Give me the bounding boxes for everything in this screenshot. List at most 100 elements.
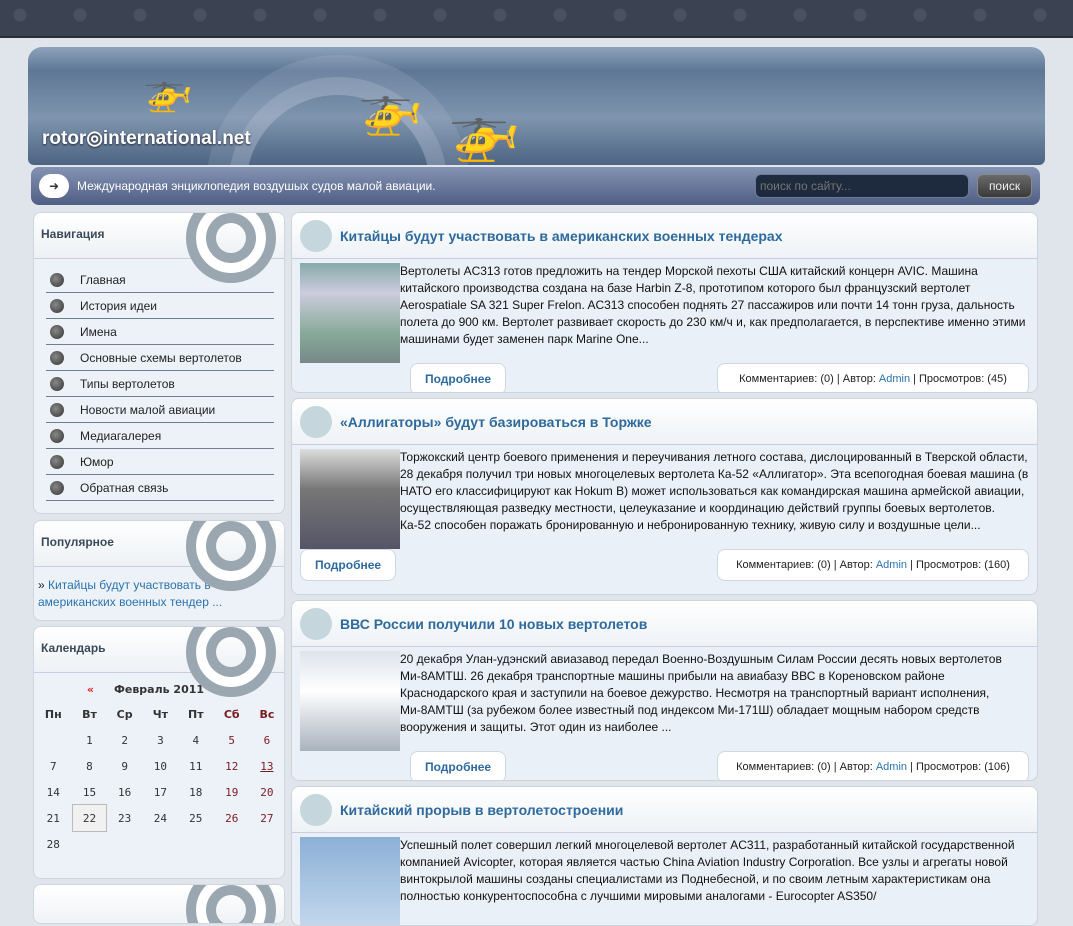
weekday-header: Ср — [116, 708, 133, 721]
weekday-header: Пт — [187, 708, 204, 721]
bullet-icon — [50, 428, 64, 443]
circle-icon — [300, 793, 332, 826]
weekday-header: Сб — [223, 708, 240, 721]
box-header: Календарь — [34, 627, 284, 697]
calendar-day: 19 — [225, 785, 239, 799]
rings-icon — [186, 885, 276, 923]
calendar-day: 5 — [228, 733, 236, 747]
post-text: 20 декабря Улан-удэнский авиазавод перед… — [400, 652, 1002, 734]
nav-item[interactable]: Типы вертолетов — [46, 371, 274, 397]
nav-item[interactable]: Новости малой авиации — [46, 397, 274, 423]
circle-icon — [300, 219, 332, 252]
arrow-circle-icon: ➜ — [39, 174, 69, 198]
post-title[interactable]: Китайский прорыв в вертолетостроении — [340, 802, 623, 818]
comments-count: Комментариев: (0) | Автор: — [739, 373, 876, 385]
calendar-day: 26 — [225, 811, 239, 825]
box-title: Навигация — [41, 227, 105, 241]
top-strip — [0, 0, 1073, 38]
nav-item[interactable]: История идеи — [46, 293, 274, 319]
top-bar: ➜ Международная энциклопедия воздушых су… — [31, 167, 1040, 205]
calendar-day: 22 — [71, 804, 108, 832]
site-logo[interactable]: rotor◎international.net — [42, 127, 251, 150]
post-text: Успешный полет совершил легкий многоцеле… — [400, 838, 1015, 903]
nav-item-label: История идеи — [80, 298, 157, 313]
circle-icon — [300, 405, 332, 438]
prev-month-button[interactable]: « — [87, 683, 94, 696]
nav-item-label: Юмор — [80, 454, 114, 469]
post-thumbnail[interactable] — [300, 651, 400, 751]
post-thumbnail[interactable] — [300, 837, 400, 925]
post-title[interactable]: «Аллигаторы» будут базироваться в Торжке — [340, 414, 652, 430]
post-thumbnail[interactable] — [300, 449, 400, 549]
calendar: «Февраль 2011» Пн Вт Ср Чт Пт Сб Вс 1 2 3 4 5 6 7 8 9 10… — [34, 673, 284, 857]
nav-item-label: Типы вертолетов — [80, 376, 175, 391]
calendar-day: 2 — [121, 733, 128, 747]
calendar-day: 21 — [46, 811, 60, 825]
sidebar-box — [33, 884, 285, 924]
author-link[interactable]: Admin — [876, 559, 907, 571]
nav-item[interactable]: Юмор — [46, 449, 274, 475]
calendar-day: 16 — [118, 785, 132, 799]
box-header — [34, 885, 284, 923]
box-title: Календарь — [41, 641, 106, 655]
post-meta: Комментариев: (0) | Автор: Admin | Просмот… — [717, 363, 1029, 392]
calendar-day — [250, 831, 284, 857]
bullet-icon — [50, 272, 64, 287]
post-meta: Комментариев: (0) | Автор: Admin | Просмот… — [717, 751, 1029, 780]
calendar-day — [106, 831, 143, 857]
views-count: | Просмотров: (45) — [913, 373, 1007, 385]
box-title: Популярное — [41, 535, 114, 549]
popular-box: Популярное » Китайцы будут участвовать в… — [33, 520, 285, 621]
weekday-header: Пн — [44, 708, 62, 721]
comments-count: Комментариев: (0) | Автор: — [736, 559, 873, 571]
nav-item-label: Главная — [80, 272, 126, 287]
news-post: Китайский прорыв в вертолетостроении Успе… — [291, 786, 1038, 926]
circle-icon — [300, 607, 332, 640]
news-post: ВВС России получили 10 новых вертолетов 2… — [291, 600, 1038, 781]
read-more-button[interactable]: Подробнее — [300, 549, 397, 581]
search-button[interactable]: поиск — [977, 174, 1032, 198]
calendar-day: 3 — [157, 733, 164, 747]
nav-item[interactable]: Имена — [46, 319, 274, 345]
weekday-header: Вс — [259, 708, 275, 721]
author-link[interactable]: Admin — [876, 761, 907, 773]
calendar-day: 7 — [49, 759, 57, 773]
post-header: ВВС России получили 10 новых вертолетов — [292, 601, 1037, 647]
post-title[interactable]: ВВС России получили 10 новых вертолетов — [340, 616, 647, 632]
read-more-button[interactable]: Подробнее — [410, 363, 507, 392]
calendar-month: Февраль 2011 — [113, 683, 205, 696]
post-title[interactable]: Китайцы будут участвовать в американских… — [340, 228, 783, 244]
calendar-day[interactable]: 13 — [250, 753, 284, 779]
calendar-day: 18 — [189, 785, 203, 799]
calendar-day: 15 — [82, 785, 97, 799]
post-text: Вертолеты AC313 готов предложить на тенд… — [400, 264, 1026, 346]
nav-item[interactable]: Основные схемы вертолетов — [46, 345, 274, 371]
calendar-day: 17 — [153, 785, 168, 799]
weekday-header: Чт — [152, 708, 169, 721]
nav-item-label: Обратная связь — [80, 480, 169, 495]
search-input[interactable] — [755, 174, 969, 198]
bullet-icon — [50, 298, 64, 313]
read-more-button[interactable]: Подробнее — [410, 751, 507, 780]
news-post: «Аллигаторы» будут базироваться в Торжке… — [291, 398, 1038, 595]
author-link[interactable]: Admin — [879, 373, 910, 385]
calendar-day: 20 — [260, 785, 274, 799]
nav-item[interactable]: Медиагалерея — [46, 423, 274, 449]
calendar-day — [34, 727, 73, 753]
views-count: | Просмотров: (160) — [910, 559, 1010, 571]
calendar-day — [178, 831, 214, 857]
weekday-header: Вт — [82, 708, 97, 721]
popular-link[interactable]: Китайцы будут участвовать в американских… — [38, 578, 222, 609]
post-header: Китайский прорыв в вертолетостроении — [292, 787, 1037, 833]
bullet-icon — [50, 350, 64, 365]
bullet-icon — [50, 376, 64, 391]
nav-item[interactable]: Обратная связь — [46, 475, 274, 501]
bullet-icon — [50, 454, 64, 469]
calendar-day: 6 — [263, 733, 271, 747]
navigation-box: Навигация Главная История идеи Имена Основн… — [33, 212, 285, 514]
views-count: | Просмотров: (106) — [910, 761, 1010, 773]
post-thumbnail[interactable] — [300, 263, 400, 363]
post-text: Торжокский центр боевого применения и пе… — [400, 450, 1029, 532]
nav-item-label: Имена — [80, 324, 117, 339]
calendar-day: 8 — [86, 759, 93, 773]
